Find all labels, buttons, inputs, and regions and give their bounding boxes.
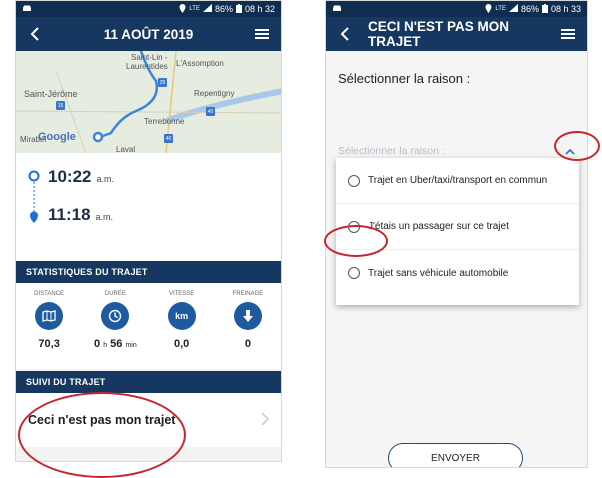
duration-minutes-unit: min: [125, 342, 137, 349]
reason-option[interactable]: J'étais un passager sur ce trajet: [336, 204, 579, 250]
km-icon: km: [167, 302, 196, 330]
start-time-row: 10:22 a.m.: [48, 167, 114, 187]
route-badge: 15: [56, 101, 65, 110]
map-icon: [35, 302, 64, 330]
status-bar: LTE 86% 08 h 32: [16, 1, 281, 17]
send-button[interactable]: ENVOYER: [388, 443, 523, 467]
map-label: Saint-Jérôme: [24, 89, 78, 99]
map-label: Saint-Lin -: [131, 53, 168, 62]
stat-label: VITESSE: [168, 291, 195, 297]
hamburger-menu-icon[interactable]: [253, 25, 271, 43]
radio-button[interactable]: [348, 220, 360, 233]
follow-section-title: SUIVI DU TRAJET: [16, 371, 281, 393]
map-label: Laurentides: [126, 62, 168, 71]
reason-select-placeholder: Sélectionner la raison :: [338, 145, 445, 157]
not-my-trip-item[interactable]: Ceci n'est pas mon trajet: [16, 393, 281, 447]
stat-value: 70,3: [38, 338, 60, 350]
reason-option-label: J'étais un passager sur ce trajet: [368, 221, 509, 232]
map-label: Repentigny: [194, 89, 235, 98]
radio-button[interactable]: [348, 267, 360, 279]
trip-map[interactable]: Saint-Lin - Laurentides L'Assomption Sai…: [16, 51, 281, 153]
battery-percent: 86%: [214, 4, 233, 14]
hamburger-menu-icon[interactable]: [559, 25, 577, 43]
timeline-icon: [28, 170, 40, 223]
signal-icon: [202, 4, 212, 14]
trip-times: 10:22 a.m. 11:18 a.m.: [16, 153, 281, 261]
app-header: CECI N'EST PAS MON TRAJET: [326, 17, 587, 51]
stat-value: 0,0: [173, 338, 190, 350]
page-title: CECI N'EST PAS MON TRAJET: [368, 19, 509, 49]
stat-label: DURÉE: [104, 291, 126, 297]
clock-time: 08 h 33: [550, 4, 581, 14]
map-label: Terrebonne: [144, 117, 185, 126]
trip-stats: DISTANCE 70,3 DURÉE 0 h 56 min VITESSE k…: [16, 283, 281, 369]
network-type: LTE: [495, 6, 506, 12]
start-time-unit: a.m.: [96, 174, 114, 184]
stat-distance: DISTANCE 70,3: [20, 291, 78, 369]
app-header: 11 AOÛT 2019: [16, 17, 281, 51]
route-badge: 40: [164, 134, 173, 143]
stat-speed: VITESSE km 0,0: [153, 291, 211, 369]
network-type: LTE: [189, 6, 200, 12]
duration-hours: 0: [94, 338, 101, 350]
start-time: 10:22: [48, 167, 92, 186]
location-icon: [485, 3, 492, 15]
reason-prompt: Sélectionner la raison :: [338, 71, 471, 86]
stats-section-title: STATISTIQUES DU TRAJET: [16, 261, 281, 283]
left-phone-screen: LTE 86% 08 h 32 11 AOÛT 2019 Saint-Lin -…: [15, 0, 282, 462]
reason-option-label: Trajet sans véhicule automobile: [368, 267, 509, 279]
map-label: Laval: [116, 145, 136, 153]
battery-icon: [235, 3, 242, 15]
battery-icon: [541, 3, 548, 15]
google-logo: Google: [38, 131, 76, 143]
duration-minutes: 56: [110, 338, 123, 350]
km-icon-text: km: [175, 311, 189, 321]
status-right: LTE 86% 08 h 32: [179, 3, 275, 15]
reason-option[interactable]: Trajet sans véhicule automobile: [336, 250, 579, 296]
route-badge: 25: [158, 78, 167, 87]
not-my-trip-label: Ceci n'est pas mon trajet: [28, 413, 176, 427]
back-arrow-icon[interactable]: [336, 25, 354, 43]
duration-hours-unit: h: [103, 342, 108, 349]
clock-time: 08 h 32: [244, 4, 275, 14]
status-right: LTE 86% 08 h 33: [485, 3, 581, 15]
right-phone-screen: LTE 86% 08 h 33 CECI N'EST PAS MON TRAJE…: [325, 0, 588, 468]
car-icon: [332, 4, 342, 14]
stat-duration: DURÉE 0 h 56 min: [86, 291, 144, 369]
end-time: 11:18: [48, 205, 91, 224]
trip-start-marker-icon: [92, 131, 104, 143]
chevron-right-icon: [261, 412, 269, 429]
page-title: 11 AOÛT 2019: [103, 26, 194, 42]
status-bar: LTE 86% 08 h 33: [326, 1, 587, 17]
back-arrow-icon[interactable]: [26, 25, 44, 43]
reason-dropdown: Trajet en Uber/taxi/transport en commun …: [336, 158, 579, 305]
end-time-unit: a.m.: [95, 212, 114, 222]
signal-icon: [508, 4, 518, 14]
car-icon: [22, 4, 32, 14]
reason-option[interactable]: Trajet en Uber/taxi/transport en commun: [336, 158, 579, 204]
radio-button[interactable]: [348, 174, 360, 187]
map-label: L'Assomption: [176, 59, 224, 68]
stat-braking: FREINAGE 0: [219, 291, 277, 369]
stat-label: FREINAGE: [232, 291, 264, 297]
braking-arrow-icon: [233, 302, 262, 330]
stat-value: 0: [244, 338, 251, 350]
stat-label: DISTANCE: [34, 291, 65, 297]
stat-value: 0 h 56 min: [94, 338, 137, 350]
clock-icon: [101, 302, 130, 330]
reason-option-label: Trajet en Uber/taxi/transport en commun: [368, 175, 548, 186]
end-time-row: 11:18 a.m.: [48, 205, 113, 225]
route-badge: 40: [206, 107, 215, 116]
location-icon: [179, 3, 186, 15]
battery-percent: 86%: [520, 4, 539, 14]
